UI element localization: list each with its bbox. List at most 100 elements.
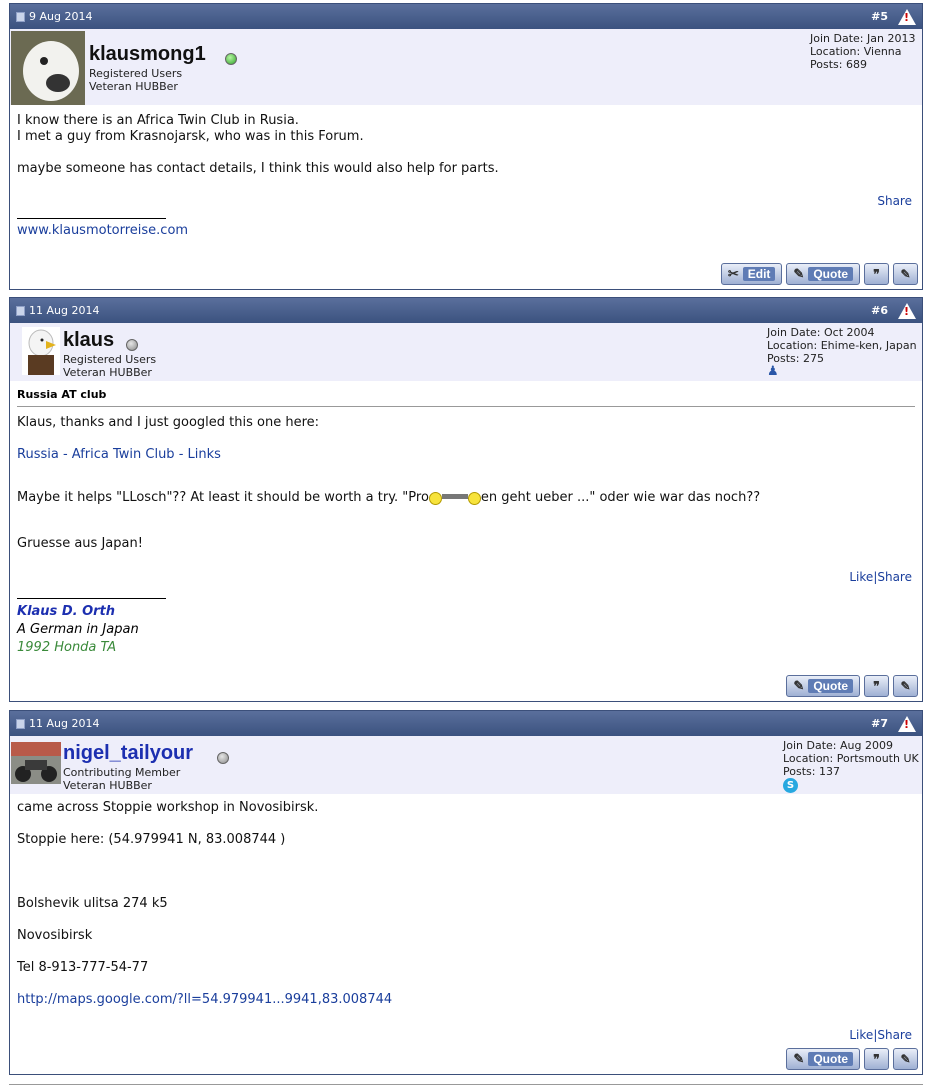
message-line: Novosibirsk <box>17 928 93 943</box>
quick-reply-icon: ✎ <box>900 679 911 693</box>
user-info-bar: klaus Registered Users Veteran HUBBer Jo… <box>10 323 922 381</box>
share-link[interactable]: Share <box>877 570 912 584</box>
post-date-text: 9 Aug 2014 <box>29 10 93 23</box>
quote-button[interactable]: ✎ Quote <box>786 1048 860 1070</box>
post-date-text: 11 Aug 2014 <box>29 717 100 730</box>
report-warning-icon[interactable] <box>898 8 916 25</box>
multi-quote-button[interactable]: ❞ <box>864 1048 889 1070</box>
multi-quote-button[interactable]: ❞ <box>864 675 889 697</box>
avatar[interactable] <box>22 327 60 375</box>
map-link[interactable]: http://maps.google.com/?ll=54.979941...9… <box>17 992 392 1007</box>
edit-button[interactable]: ✂ Edit <box>720 263 783 285</box>
message-line: came across Stoppie workshop in Novosibi… <box>17 800 319 815</box>
user-title: Registered Users <box>89 67 183 80</box>
signature-divider <box>17 598 166 599</box>
quick-reply-icon: ✎ <box>900 267 911 281</box>
user-titles: Registered Users Veteran HUBBer <box>63 353 156 379</box>
share-link[interactable]: Share <box>877 194 912 208</box>
post-header: 11 Aug 2014 #7 <box>10 711 922 736</box>
smiley-icon <box>428 492 442 505</box>
message-text: en geht ueber ..." oder wie war das noch… <box>480 490 761 505</box>
message-line: I met a guy from Krasnojarsk, who was in… <box>17 129 364 144</box>
share-row: Share <box>10 194 922 208</box>
avatar[interactable] <box>11 742 61 784</box>
user-titles: Contributing Member Veteran HUBBer <box>63 766 180 792</box>
quick-reply-icon: ✎ <box>900 1052 911 1066</box>
location: Location: Portsmouth UK <box>783 752 919 765</box>
message-line: maybe someone has contact details, I thi… <box>17 161 499 176</box>
quote-button[interactable]: ✎ Quote <box>786 263 860 285</box>
scissors-icon: ✂ <box>727 266 739 281</box>
post-number-link[interactable]: #5 <box>871 10 888 23</box>
post-date: 11 Aug 2014 <box>16 717 99 730</box>
user-title: Contributing Member <box>63 766 181 779</box>
signature-divider <box>17 218 166 219</box>
user-stats: Join Date: Oct 2004 Location: Ehime-ken,… <box>767 326 917 378</box>
multi-quote-icon: ❞ <box>873 679 880 693</box>
offline-status-icon <box>217 752 229 764</box>
quote-label: Quote <box>808 267 853 281</box>
location: Location: Vienna <box>810 45 902 58</box>
like-link[interactable]: Like <box>849 1028 873 1042</box>
like-link[interactable]: Like <box>849 570 873 584</box>
post-5: 9 Aug 2014 #5 klausmong1 Registered User… <box>9 3 923 290</box>
post-count: Posts: 137 <box>783 765 840 778</box>
post-date: 11 Aug 2014 <box>16 304 99 317</box>
post-number-link[interactable]: #7 <box>871 717 888 730</box>
post-icon <box>16 718 25 729</box>
user-stats: Join Date: Aug 2009 Location: Portsmouth… <box>783 739 919 793</box>
location: Location: Ehime-ken, Japan <box>767 339 917 352</box>
username-link[interactable]: nigel_tailyour <box>63 742 193 765</box>
post-icon <box>16 11 25 22</box>
offline-status-icon <box>126 339 138 351</box>
user-profile-icon[interactable]: ♟ <box>767 365 917 378</box>
share-link[interactable]: Share <box>877 1028 912 1042</box>
title-divider <box>17 406 915 407</box>
username-link[interactable]: klausmong1 <box>89 43 206 66</box>
note-icon: ✎ <box>793 266 805 281</box>
quote-button[interactable]: ✎ Quote <box>786 675 860 697</box>
post-actions: ✂ Edit ✎ Quote ❞ ✎ <box>720 263 918 285</box>
quick-reply-button[interactable]: ✎ <box>893 263 918 285</box>
post-header: 9 Aug 2014 #5 <box>10 4 922 29</box>
multi-quote-button[interactable]: ❞ <box>864 263 889 285</box>
message-line: Gruesse aus Japan! <box>17 536 143 551</box>
user-title: Registered Users <box>63 353 157 366</box>
post-count: Posts: 275 <box>767 352 824 365</box>
join-date: Join Date: Jan 2013 <box>810 32 916 45</box>
post-number-link[interactable]: #6 <box>871 304 888 317</box>
message-line: Stoppie here: (54.979941 N, 83.008744 ) <box>17 832 286 847</box>
post-count: Posts: 689 <box>810 58 867 71</box>
quick-reply-button[interactable]: ✎ <box>893 1048 918 1070</box>
post-icon <box>16 305 25 316</box>
signature-bike: 1992 Honda TA <box>17 640 117 655</box>
user-rank: Veteran HUBBer <box>63 366 152 379</box>
message-link[interactable]: Russia - Africa Twin Club - Links <box>17 447 221 462</box>
user-info-bar: nigel_tailyour Contributing Member Veter… <box>10 736 922 794</box>
user-rank: Veteran HUBBer <box>89 80 178 93</box>
post-6: 11 Aug 2014 #6 klaus Registered Users Ve… <box>9 297 923 702</box>
report-warning-icon[interactable] <box>898 715 916 732</box>
message-line: Klaus, thanks and I just googled this on… <box>17 415 320 430</box>
message-text: Maybe it helps "LLosch"?? At least it sh… <box>17 490 429 505</box>
post-message: I know there is an Africa Twin Club in R… <box>10 105 922 177</box>
avatar[interactable] <box>11 31 85 105</box>
report-warning-icon[interactable] <box>898 302 916 319</box>
username-link[interactable]: klaus <box>63 329 114 352</box>
signature-tagline: A German in Japan <box>17 622 139 637</box>
note-icon: ✎ <box>793 678 805 693</box>
skype-icon[interactable]: S <box>783 778 798 793</box>
post-7: 11 Aug 2014 #7 nigel_tailyour Contributi… <box>9 710 923 1075</box>
post-date-text: 11 Aug 2014 <box>29 304 100 317</box>
user-rank: Veteran HUBBer <box>63 779 152 792</box>
signature-name: Klaus D. Orth <box>17 604 116 619</box>
user-stats: Join Date: Jan 2013 Location: Vienna Pos… <box>810 32 915 71</box>
multi-quote-icon: ❞ <box>873 1052 880 1066</box>
message-line: Maybe it helps "LLosch"?? At least it sh… <box>17 490 915 506</box>
signature-website-link[interactable]: www.klausmotorreise.com <box>17 223 188 238</box>
quick-reply-button[interactable]: ✎ <box>893 675 918 697</box>
signature: Klaus D. Orth A German in Japan 1992 Hon… <box>10 603 922 657</box>
multi-quote-icon: ❞ <box>873 267 880 281</box>
like-share-row: Like|Share <box>849 570 912 584</box>
post-message: Klaus, thanks and I just googled this on… <box>10 415 922 552</box>
